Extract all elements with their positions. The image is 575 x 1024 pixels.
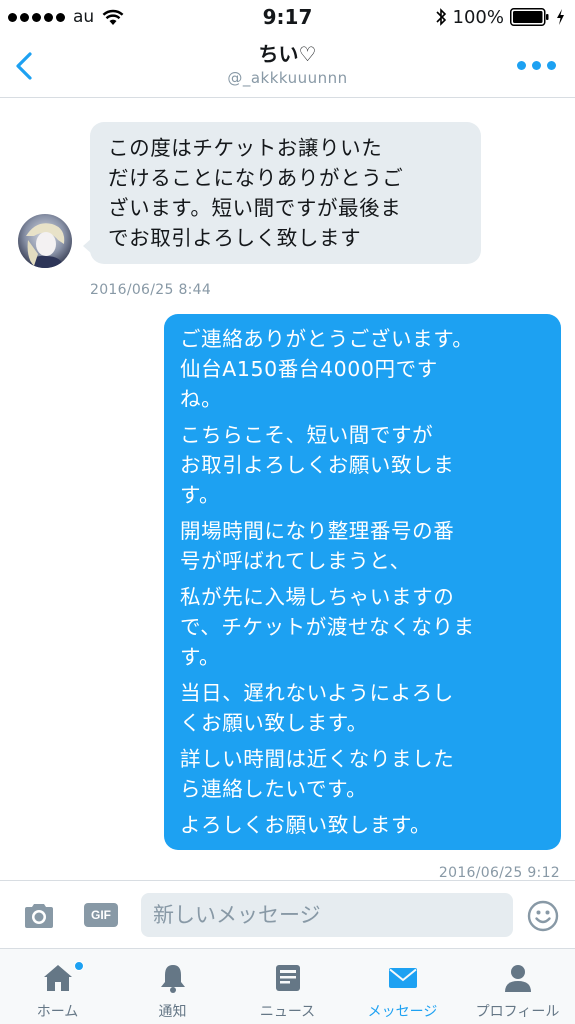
outgoing-message-timestamp: 2016/06/25 9:12 — [438, 865, 560, 881]
status-bar: au 9:17 100% — [0, 0, 575, 34]
tab-home[interactable]: ホーム — [0, 949, 115, 1024]
profile-icon — [504, 965, 531, 992]
emoji-icon[interactable] — [527, 900, 559, 932]
envelope-icon — [388, 968, 417, 988]
camera-icon[interactable] — [22, 902, 56, 930]
home-icon — [43, 965, 72, 991]
tab-messages-label: メッセージ — [367, 1004, 438, 1020]
contact-avatar[interactable] — [18, 214, 72, 268]
battery-percent: 100% — [452, 6, 504, 28]
outgoing-message-paragraph: 当日、遅れないようによろし くお願い致します。 — [180, 681, 454, 735]
tab-notifications-label: 通知 — [158, 1004, 187, 1020]
outgoing-message-paragraph: こちらこそ、短い間ですが お取引よろしくお願い致しま す。 — [180, 423, 455, 507]
tab-news-label: ニュース — [259, 1004, 316, 1020]
tab-messages[interactable]: メッセージ — [345, 949, 460, 1024]
tab-profile[interactable]: プロフィール — [460, 949, 575, 1024]
back-chevron-icon[interactable] — [8, 48, 42, 84]
battery-icon — [510, 8, 549, 26]
bottom-tab-bar: ホーム 通知 ニュース メッセージ プロフィール — [0, 948, 575, 1024]
tab-home-label: ホーム — [36, 1004, 79, 1020]
home-notification-dot — [74, 961, 84, 971]
tab-profile-label: プロフィール — [475, 1004, 560, 1020]
bell-icon — [160, 965, 185, 993]
outgoing-message-paragraph: ご連絡ありがとうございます。 仙台A150番台4000円です ね。 — [180, 327, 474, 411]
new-message-input[interactable] — [141, 893, 513, 937]
conversation-header: ちい♡ @_akkkuuunnn — [0, 34, 575, 98]
incoming-message-text: この度はチケットお譲りいた だけることになりありがとうご ざいます。短い間ですが… — [108, 136, 404, 250]
incoming-message-bubble[interactable]: この度はチケットお譲りいた だけることになりありがとうご ざいます。短い間ですが… — [83, 122, 481, 264]
conversation-title: ちい♡ — [258, 42, 317, 66]
outgoing-message-paragraph: 開場時間になり整理番号の番 号が呼ばれてしまうと、 — [180, 519, 455, 573]
outgoing-message-paragraph: 詳しい時間は近くなりました ら連絡したいです。 — [180, 747, 455, 801]
conversation-title-block[interactable]: ちい♡ @_akkkuuunnn — [100, 40, 475, 88]
outgoing-message-paragraph: よろしくお願い致します。 — [180, 813, 432, 837]
message-composer: GIF — [0, 880, 575, 948]
outgoing-message-bubble[interactable]: ご連絡ありがとうございます。 仙台A150番台4000円です ね。 こちらこそ、… — [164, 314, 561, 850]
tab-notifications[interactable]: 通知 — [115, 949, 230, 1024]
incoming-message-timestamp: 2016/06/25 8:44 — [90, 282, 212, 298]
tab-news[interactable]: ニュース — [230, 949, 345, 1024]
conversation-handle: @_akkkuuunnn — [227, 69, 348, 87]
more-options-icon[interactable] — [517, 58, 557, 72]
bluetooth-icon — [435, 8, 446, 26]
news-icon — [275, 965, 300, 991]
gif-button[interactable]: GIF — [84, 903, 118, 927]
charging-icon — [557, 9, 564, 25]
outgoing-message-paragraph: 私が先に入場しちゃいますの で、チケットが渡せなくなりま す。 — [180, 585, 475, 669]
